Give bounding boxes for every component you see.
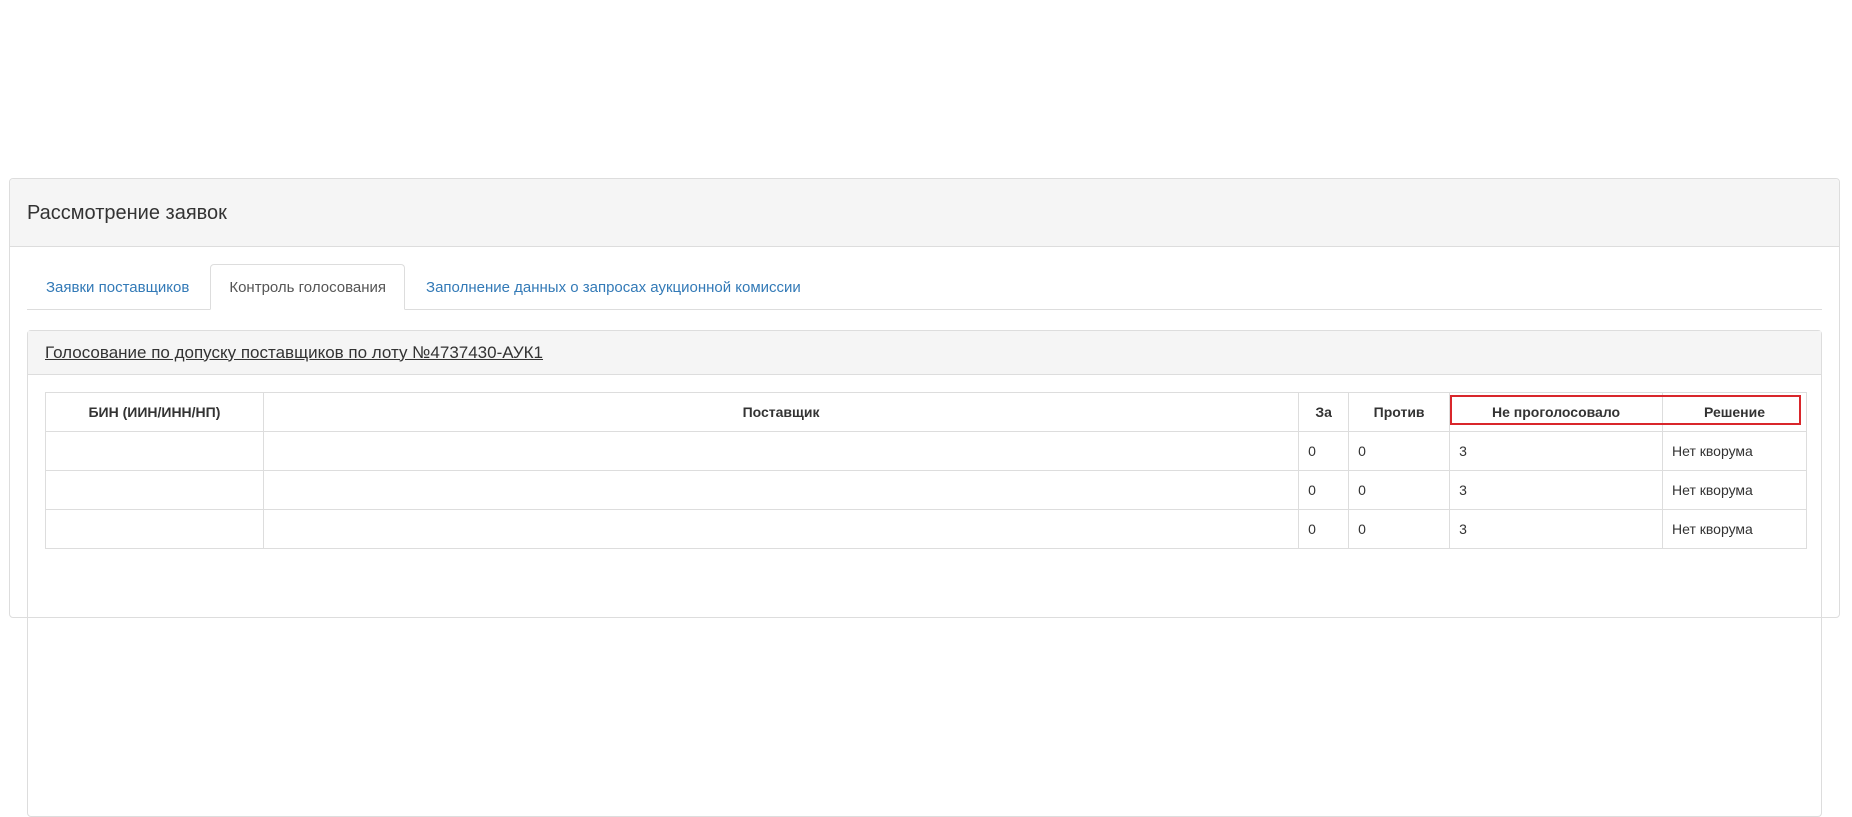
voting-panel-heading: Голосование по допуску поставщиков по ло… [28,331,1821,375]
applications-review-panel: Рассмотрение заявок Заявки поставщиков К… [9,178,1840,817]
not-voted-cell: 3 [1449,470,1664,510]
tab-voting-control[interactable]: Контроль голосования [210,264,406,310]
table-row: 0 0 3 Нет кворума [45,470,1807,510]
column-header-not-voted: Не проголосовало [1449,392,1664,432]
supplier-cell [262,509,1300,549]
decision-cell: Нет кворума [1662,431,1807,471]
column-header-decision: Решение [1662,392,1807,432]
tab-supplier-applications[interactable]: Заявки поставщиков [27,265,208,309]
panel-heading: Рассмотрение заявок [10,179,1839,247]
column-header-bin: БИН (ИИН/ИНН/НП) [45,392,264,432]
decision-cell: Нет кворума [1662,470,1807,510]
voting-panel: Голосование по допуску поставщиков по ло… [27,330,1822,817]
table-row: 0 0 3 Нет кворума [45,509,1807,549]
bin-cell [45,470,264,510]
against-cell: 0 [1348,509,1451,549]
supplier-cell [262,431,1300,471]
tab-bar: Заявки поставщиков Контроль голосования … [27,264,1822,310]
table-row: 0 0 3 Нет кворума [45,431,1807,471]
for-cell: 0 [1298,431,1350,471]
bin-cell [45,509,264,549]
table-header-row: БИН (ИИН/ИНН/НП) Поставщик За Против Не … [45,392,1807,432]
column-header-against: Против [1348,392,1451,432]
decision-cell: Нет кворума [1662,509,1807,549]
tab-auction-commission-requests[interactable]: Заполнение данных о запросах аукционной … [407,265,820,309]
against-cell: 0 [1348,431,1451,471]
supplier-cell [262,470,1300,510]
panel-title: Рассмотрение заявок [27,202,227,224]
column-header-for: За [1298,392,1350,432]
not-voted-cell: 3 [1449,509,1664,549]
bin-cell [45,431,264,471]
column-header-supplier: Поставщик [262,392,1300,432]
voting-table: БИН (ИИН/ИНН/НП) Поставщик За Против Не … [45,392,1807,549]
voting-title-link[interactable]: Голосование по допуску поставщиков по ло… [45,343,543,363]
not-voted-cell: 3 [1449,431,1664,471]
for-cell: 0 [1298,509,1350,549]
for-cell: 0 [1298,470,1350,510]
against-cell: 0 [1348,470,1451,510]
